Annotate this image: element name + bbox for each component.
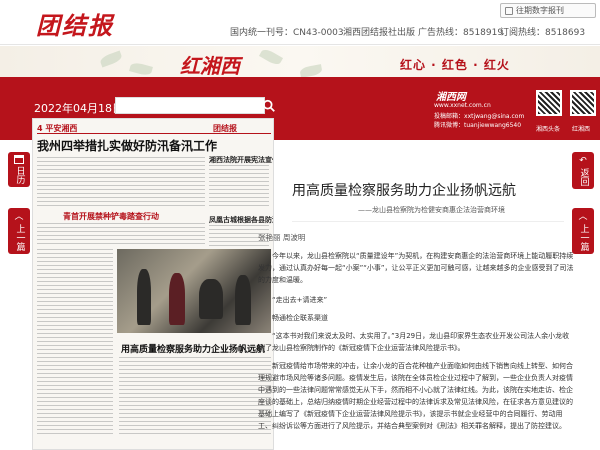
site-name: 湘西网 bbox=[436, 92, 466, 103]
article-paragraph: “这本书对我们来说太及时、太实用了。”3月29日，龙山县印家界生态农业开发公司法… bbox=[258, 332, 570, 352]
weibo-value: tuanjiewwang6540 bbox=[464, 122, 522, 129]
prev-article-button-left[interactable]: ︿ 上一篇 bbox=[8, 208, 30, 254]
banner-slogan: 红心 · 红色 · 红火 bbox=[400, 58, 510, 72]
newspaper-page[interactable]: 4 平安湘西 团结报 我州四举措扎实做好防汛备汛工作 湘西法院开展宪法宣传 凤凰… bbox=[32, 118, 274, 450]
article-paragraph: 今年以来，龙山县检察院以“质量建设年”为契机，在构建安商惠企的法治营商环境上能动… bbox=[258, 252, 574, 284]
chevron-up-icon: ︿ bbox=[578, 212, 588, 222]
top-banner: 红湘西 红心 · 红色 · 红火 bbox=[0, 46, 600, 80]
weibo-label: 腾讯微博： bbox=[434, 122, 465, 129]
article-paragraph: 新冠疫情给市场带来的冲击，让余小龙的百合花种植产业面临如何由线下销售向线上转型、… bbox=[258, 362, 573, 430]
calendar-icon bbox=[14, 155, 24, 164]
archive-button-label: 往期数字报刊 bbox=[516, 6, 564, 15]
issue-date: 2022年04月18日 bbox=[34, 102, 123, 115]
page-header-rule bbox=[37, 133, 271, 134]
site-info-panel: 湘西网 www.xxnet.com.cn 投稿邮箱：xxtjwang@sina.… bbox=[432, 84, 600, 140]
np-headline[interactable]: 我州四举措扎实做好防汛备汛工作 bbox=[37, 137, 217, 154]
publisher: 湘西团结报社出版 bbox=[343, 28, 416, 38]
banner-title: 红湘西 bbox=[180, 54, 240, 78]
email-value: xxtjwang@sina.com bbox=[464, 113, 525, 120]
np-bottom-title[interactable]: 用高质量检察服务助力企业扬帆远航 bbox=[121, 342, 265, 355]
chevron-up-icon: ︿ bbox=[14, 212, 24, 222]
np-text-block bbox=[209, 165, 269, 207]
archive-icon bbox=[505, 6, 513, 15]
leaf-decoration bbox=[98, 50, 124, 68]
ad-phone: 广告热线：8518919 bbox=[418, 28, 504, 38]
back-button-label: 返回 bbox=[578, 168, 589, 186]
np-sub1[interactable]: 湘西法院开展宪法宣传 bbox=[209, 155, 273, 165]
np-text-block bbox=[119, 357, 271, 435]
qr-code-hongxiangxi bbox=[570, 90, 596, 116]
site-url[interactable]: www.xxnet.com.cn bbox=[434, 102, 491, 109]
news-photo bbox=[117, 249, 271, 333]
search-icon[interactable] bbox=[262, 99, 276, 113]
search-input[interactable] bbox=[115, 97, 265, 114]
prev-article-label-right: 上一篇 bbox=[578, 224, 589, 251]
article-paragraph: “走出去+请进来” bbox=[272, 296, 328, 304]
prev-article-button-right[interactable]: ︿ 上一篇 bbox=[572, 208, 594, 254]
article-author: 张艳丽 周波明 bbox=[258, 233, 306, 242]
prev-article-label-left: 上一篇 bbox=[14, 224, 25, 251]
subscription-phone: 订阅热线：8518693 bbox=[500, 28, 586, 38]
article-title: 用高质量检察服务助力企业扬帆远航 bbox=[292, 183, 516, 199]
calendar-button-label: 日历 bbox=[14, 166, 25, 184]
article-subtitle: ——龙山县检察院为检健安商惠企法治营商环境 bbox=[358, 206, 505, 214]
archive-button[interactable]: 往期数字报刊 bbox=[500, 3, 596, 18]
back-arrow-icon: ↶ bbox=[579, 156, 587, 166]
np-text-block bbox=[37, 157, 205, 207]
title-divider bbox=[292, 221, 564, 222]
np-text-block bbox=[37, 223, 205, 245]
email-label: 投稿邮箱： bbox=[434, 113, 465, 120]
article-paragraph: 畅通检企联系渠道 bbox=[272, 314, 328, 322]
cn-number: 国内统一刊号：CN43-0003 bbox=[230, 28, 344, 38]
back-button[interactable]: ↶ 返回 bbox=[572, 152, 594, 189]
leaf-decoration bbox=[299, 64, 323, 77]
qr-code-toutiao bbox=[536, 90, 562, 116]
np-text-block bbox=[37, 249, 113, 435]
np-sub3[interactable]: 凤凰古城根据各县防汛处置情况 bbox=[209, 215, 273, 225]
qr1-label: 湘西头条 bbox=[536, 126, 561, 133]
np-sub2[interactable]: 青首开展禁种铲毒踏查行动 bbox=[63, 211, 159, 222]
site-logo[interactable]: 团结报 bbox=[36, 6, 114, 41]
leaf-decoration bbox=[258, 47, 284, 67]
calendar-button[interactable]: 日历 bbox=[8, 152, 30, 187]
qr2-label: 红湘西 bbox=[572, 126, 591, 133]
leaf-decoration bbox=[129, 61, 153, 77]
top-header: 团结报 往期数字报刊 国内统一刊号：CN43-0003 湘西团结报社出版 广告热… bbox=[0, 0, 600, 45]
